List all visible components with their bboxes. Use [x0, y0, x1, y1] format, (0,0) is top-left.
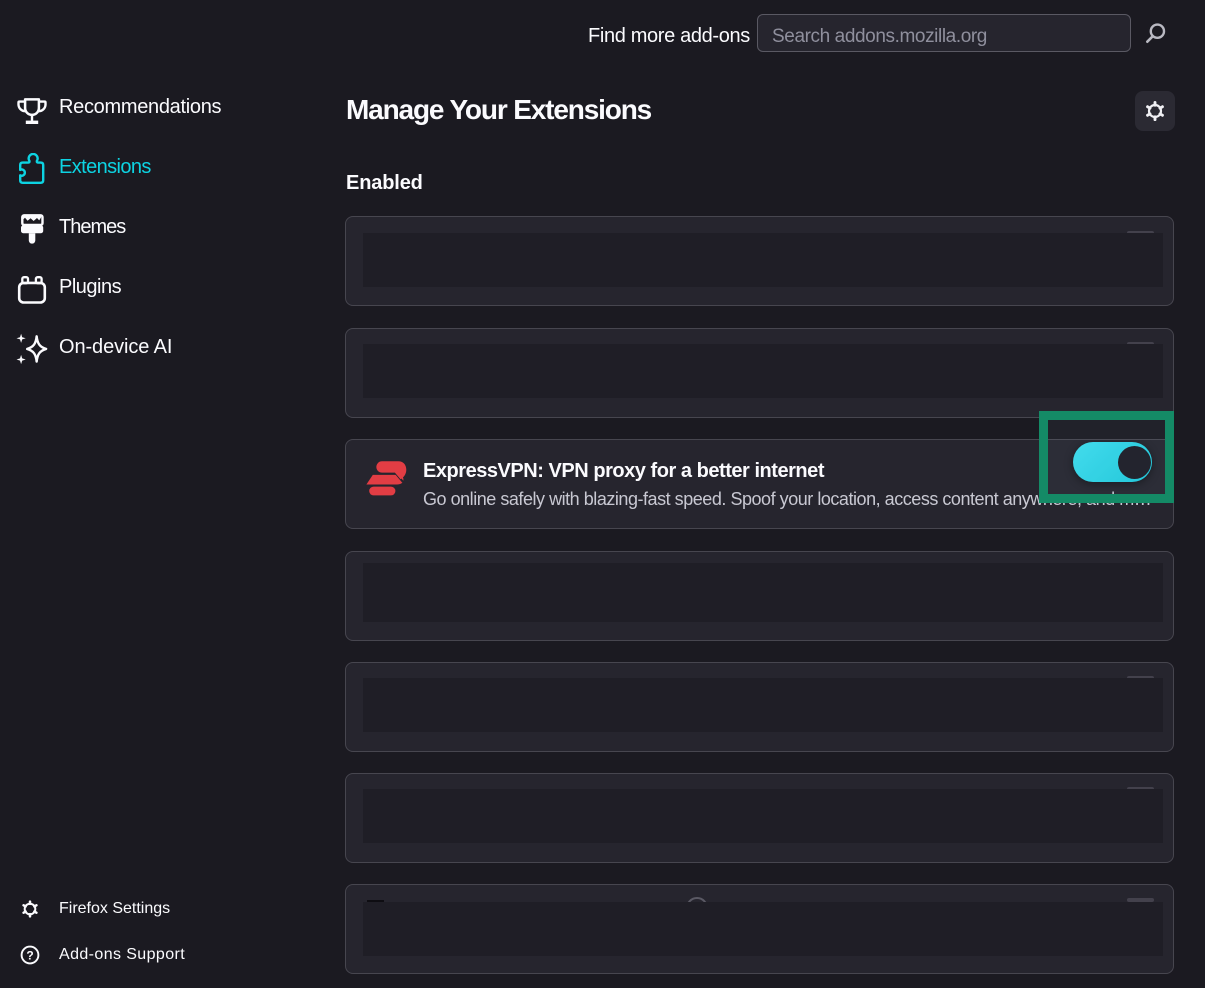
svg-text:?: ?	[26, 948, 33, 962]
